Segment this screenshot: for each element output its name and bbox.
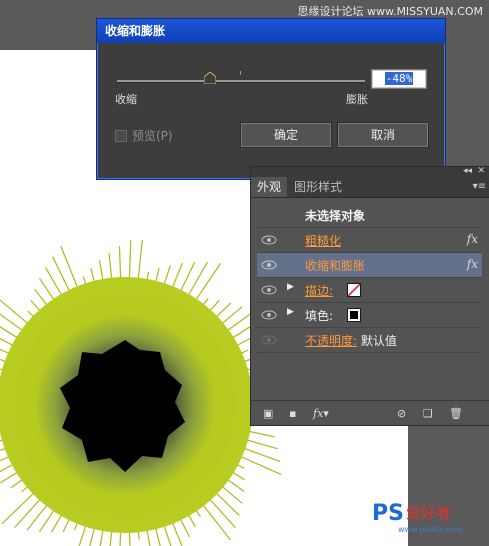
slider-center-tick — [240, 71, 241, 75]
effect-row-roughen[interactable]: 粗糙化 fx — [257, 228, 482, 253]
panel-titlebar: ◂◂ ✕ — [251, 166, 489, 177]
effect-roughen-link[interactable]: 粗糙化 — [305, 232, 341, 249]
add-new-stroke-icon[interactable]: ▣ — [263, 407, 275, 420]
slider-thumb[interactable] — [204, 72, 216, 84]
amount-slider[interactable] — [117, 80, 365, 83]
dialog-title: 收缩和膨胀 — [97, 19, 445, 43]
watermark-top: 思缘设计论坛 www.MISSYUAN.COM — [297, 5, 483, 18]
visibility-eye-icon — [261, 335, 277, 345]
fill-row[interactable]: ▶ 填色: — [257, 303, 482, 328]
expand-arrow-icon[interactable]: ▶ — [287, 307, 294, 317]
ok-button[interactable]: 确定 — [241, 123, 331, 147]
close-icon[interactable]: ✕ — [477, 166, 485, 176]
delete-item-icon[interactable]: 🗑 — [449, 407, 463, 420]
pucker-bloat-dialog: 收缩和膨胀 收缩 膨胀 -48% 预览(P) 确定 取消 — [96, 18, 446, 180]
visibility-eye-icon[interactable] — [261, 308, 277, 322]
svg-text:爱好者: 爱好者 — [406, 504, 451, 522]
tab-graphic-styles[interactable]: 图形样式 — [288, 177, 348, 197]
expand-arrow-icon[interactable]: ▶ — [287, 282, 294, 292]
visibility-eye-icon[interactable] — [261, 283, 277, 297]
bloat-label: 膨胀 — [346, 93, 368, 106]
preview-checkbox[interactable]: 预览(P) — [115, 127, 173, 144]
opacity-row[interactable]: 不透明度: 默认值 — [257, 328, 482, 353]
svg-text:PS: PS — [372, 501, 404, 526]
duplicate-item-icon[interactable]: ❏ — [423, 407, 435, 420]
tab-appearance[interactable]: 外观 — [251, 177, 288, 197]
clear-appearance-icon[interactable]: ⊘ — [397, 407, 409, 420]
preview-label: 预览(P) — [132, 129, 173, 143]
amount-input[interactable]: -48% — [371, 69, 427, 89]
effect-row-pucker-bloat[interactable]: 收缩和膨胀 fx — [257, 253, 482, 278]
appearance-panel: ◂◂ ✕ 外观 图形样式 ▾≡ 未选择对象 粗糙化 fx 收缩和膨胀 fx ▶ … — [250, 166, 489, 426]
opacity-value: 默认值 — [360, 334, 397, 348]
stroke-link[interactable]: 描边: — [305, 282, 333, 299]
add-effect-fx-icon[interactable]: fx▾ — [313, 407, 335, 420]
stroke-row[interactable]: ▶ 描边: — [257, 278, 482, 303]
fill-label: 填色: — [305, 309, 334, 323]
add-new-fill-icon[interactable]: ▪ — [289, 407, 301, 420]
visibility-eye-icon[interactable] — [261, 233, 277, 247]
panel-toolbar: ▣ ▪ fx▾ ⊘ ❏ 🗑 — [251, 400, 489, 425]
svg-text:www.psahz.com: www.psahz.com — [398, 525, 463, 534]
panel-tabs: 外观 图形样式 ▾≡ — [251, 177, 489, 198]
pucker-label: 收缩 — [115, 93, 137, 106]
psahz-watermark-logo: PS 爱好者 www.psahz.com — [372, 501, 463, 534]
effect-pucker-bloat-link[interactable]: 收缩和膨胀 — [305, 257, 365, 274]
fill-black-swatch[interactable] — [347, 308, 361, 322]
panel-menu-icon[interactable]: ▾≡ — [473, 181, 486, 192]
appearance-list: 未选择对象 粗糙化 fx 收缩和膨胀 fx ▶ 描边: ▶ 填色: 不透明度: … — [257, 203, 482, 353]
visibility-eye-icon[interactable] — [261, 258, 277, 272]
amount-value: -48% — [384, 72, 414, 85]
no-selection-label: 未选择对象 — [305, 209, 366, 223]
fx-icon[interactable]: fx — [467, 257, 478, 271]
opacity-link[interactable]: 不透明度: — [305, 334, 357, 348]
cancel-button[interactable]: 取消 — [338, 123, 428, 147]
selection-header: 未选择对象 — [257, 203, 482, 228]
preview-checkbox-box[interactable] — [115, 129, 127, 142]
fx-icon[interactable]: fx — [467, 232, 478, 246]
stroke-none-swatch[interactable] — [347, 283, 361, 297]
opacity-setting[interactable]: 不透明度: 默认值 — [305, 332, 397, 349]
collapse-icon[interactable]: ◂◂ — [463, 166, 472, 176]
